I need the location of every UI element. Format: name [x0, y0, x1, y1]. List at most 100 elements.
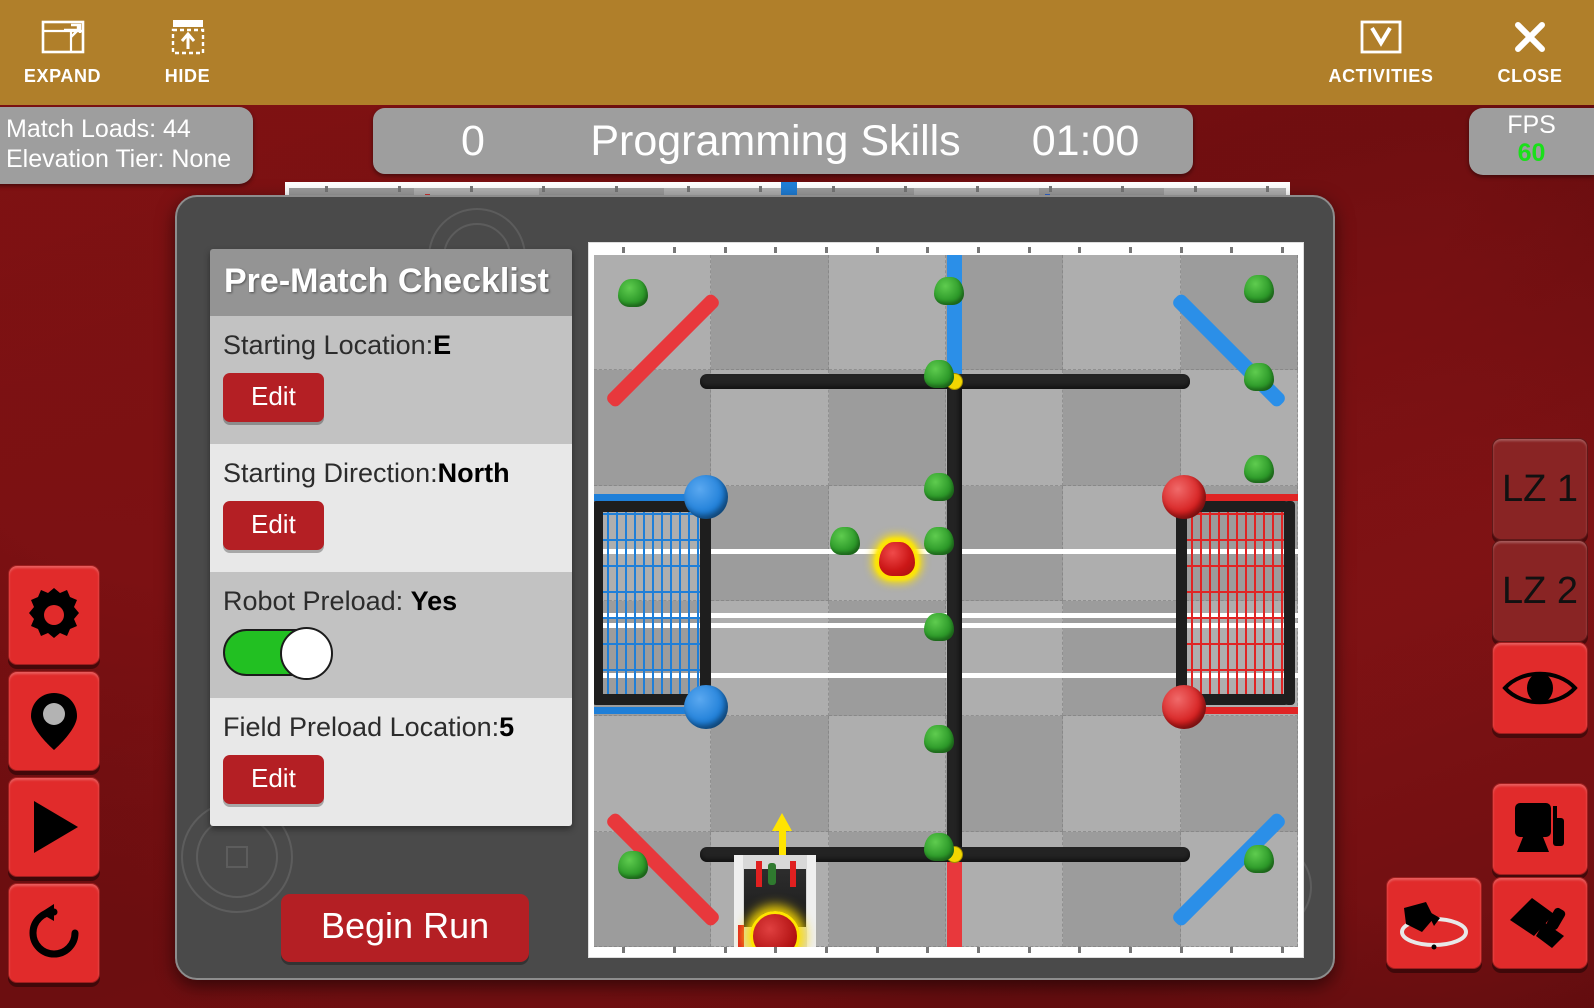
- fps-panel: FPS 60: [1469, 108, 1594, 175]
- play-icon: [34, 801, 78, 853]
- close-button[interactable]: CLOSE: [1466, 0, 1594, 105]
- toggle-knob: [280, 627, 333, 680]
- scoring-block[interactable]: [924, 833, 954, 861]
- robot-angle-icon: [1510, 898, 1566, 948]
- field-preload-label: Field Preload Location:5: [223, 712, 515, 742]
- competition-field[interactable]: [594, 255, 1298, 947]
- field-tile: [711, 716, 829, 832]
- field-tile: [828, 255, 946, 371]
- field-preview-frame: [589, 243, 1303, 957]
- field-tile: [946, 255, 1064, 371]
- scoring-block[interactable]: [830, 527, 860, 555]
- scoring-block[interactable]: [934, 277, 964, 305]
- close-label: CLOSE: [1497, 66, 1563, 86]
- scoring-block[interactable]: [1244, 845, 1274, 873]
- robot-preload-toggle[interactable]: [223, 627, 333, 680]
- edit-starting-location-button[interactable]: Edit: [223, 373, 324, 422]
- score-value: 0: [461, 116, 485, 165]
- match-title: Programming Skills: [590, 116, 961, 165]
- expand-label: EXPAND: [23, 66, 102, 86]
- starting-direction-value: North: [437, 458, 510, 488]
- robot[interactable]: [734, 855, 816, 947]
- begin-run-button[interactable]: Begin Run: [281, 894, 530, 962]
- red-goal-hub-top: [1162, 475, 1206, 519]
- top-toolbar: EXPAND HIDE ACTIVITIES CLOSE: [0, 0, 1594, 105]
- checklist-row-robot-preload: Robot Preload: Yes: [210, 572, 572, 698]
- scoring-block[interactable]: [618, 851, 648, 879]
- score-banner: 0 Programming Skills 01:00: [373, 108, 1193, 174]
- starting-location-label: Starting Location:E: [223, 330, 452, 360]
- pre-match-modal: Pre-Match Checklist Starting Location:E …: [175, 195, 1335, 980]
- blue-goal-hub-top: [684, 475, 728, 519]
- field-tile: [946, 716, 1064, 832]
- play-button[interactable]: [8, 777, 100, 877]
- robot-preload-value: Yes: [410, 586, 458, 616]
- field-tile: [946, 601, 1064, 717]
- scoring-block[interactable]: [924, 725, 954, 753]
- blue-goal-frame-left: [594, 501, 603, 705]
- blue-goal[interactable]: [594, 475, 728, 729]
- field-tile: [711, 255, 829, 371]
- load-zone-1-button[interactable]: LZ 1: [1492, 438, 1588, 540]
- red-goal-frame-right: [1284, 501, 1295, 705]
- match-timer: 01:00: [1031, 116, 1140, 165]
- starting-location-value: E: [433, 330, 452, 360]
- field-tile: [1063, 716, 1181, 832]
- starting-direction-label: Starting Direction:North: [223, 458, 510, 488]
- scoring-block[interactable]: [1244, 455, 1274, 483]
- load-zone-1-label: LZ 1: [1501, 467, 1579, 510]
- robot-angle-button[interactable]: [1492, 877, 1588, 969]
- field-preload-value: 5: [499, 712, 515, 742]
- scoring-block[interactable]: [1244, 363, 1274, 391]
- activities-icon: [1359, 14, 1403, 60]
- location-button[interactable]: [8, 671, 100, 771]
- scoring-block[interactable]: [924, 613, 954, 641]
- hide-panel-icon: [170, 14, 206, 60]
- scoring-block[interactable]: [1244, 275, 1274, 303]
- reset-rotate-icon: [29, 904, 79, 958]
- hide-label: HIDE: [164, 66, 211, 86]
- field-tile: [711, 601, 829, 717]
- red-goal-frame-left: [1176, 501, 1187, 705]
- match-loads-text: Match Loads: 44: [6, 115, 191, 143]
- robot-front-button[interactable]: [1492, 783, 1588, 875]
- scoring-block[interactable]: [924, 360, 954, 388]
- expand-button[interactable]: EXPAND: [0, 0, 125, 105]
- red-goal-net: [1182, 507, 1294, 697]
- blue-goal-hub-bottom: [684, 685, 728, 729]
- reset-button[interactable]: [8, 883, 100, 983]
- robot-orbit-icon: [1400, 902, 1468, 950]
- match-info-panel: Match Loads: 44 Elevation Tier: None: [0, 107, 254, 184]
- activities-button[interactable]: ACTIVITIES: [1296, 0, 1466, 105]
- field-tile: [1180, 370, 1298, 486]
- robot-preload-label: Robot Preload: Yes: [223, 586, 458, 616]
- map-pin-icon: [31, 693, 77, 750]
- red-goal[interactable]: [1162, 475, 1298, 729]
- field-tile: [946, 485, 1064, 601]
- field-preload-block[interactable]: [877, 540, 917, 578]
- load-zone-2-button[interactable]: LZ 2: [1492, 540, 1588, 642]
- edit-starting-direction-button[interactable]: Edit: [223, 501, 324, 550]
- edit-field-preload-button[interactable]: Edit: [223, 755, 324, 804]
- view-button[interactable]: [1492, 642, 1588, 734]
- scoring-block[interactable]: [924, 527, 954, 555]
- blue-goal-frame-right: [700, 501, 711, 705]
- field-tile: [594, 370, 712, 486]
- elevation-tier-text: Elevation Tier: None: [6, 144, 232, 173]
- robot-orbit-button[interactable]: [1386, 877, 1482, 969]
- field-tile: [711, 485, 829, 601]
- pre-match-checklist: Pre-Match Checklist Starting Location:E …: [210, 249, 572, 826]
- gear-icon: [29, 588, 79, 638]
- activities-label: ACTIVITIES: [1328, 66, 1434, 86]
- fps-value: 60: [1517, 138, 1546, 167]
- close-x-icon: [1512, 14, 1548, 60]
- eye-icon: [1502, 671, 1578, 705]
- checklist-title: Pre-Match Checklist: [210, 249, 572, 316]
- checklist-row-starting-location: Starting Location:E Edit: [210, 316, 572, 444]
- expand-window-icon: [41, 14, 85, 60]
- scoring-block[interactable]: [618, 279, 648, 307]
- hide-button[interactable]: HIDE: [125, 0, 250, 105]
- checklist-row-starting-direction: Starting Direction:North Edit: [210, 444, 572, 572]
- scoring-block[interactable]: [924, 473, 954, 501]
- settings-button[interactable]: [8, 565, 100, 665]
